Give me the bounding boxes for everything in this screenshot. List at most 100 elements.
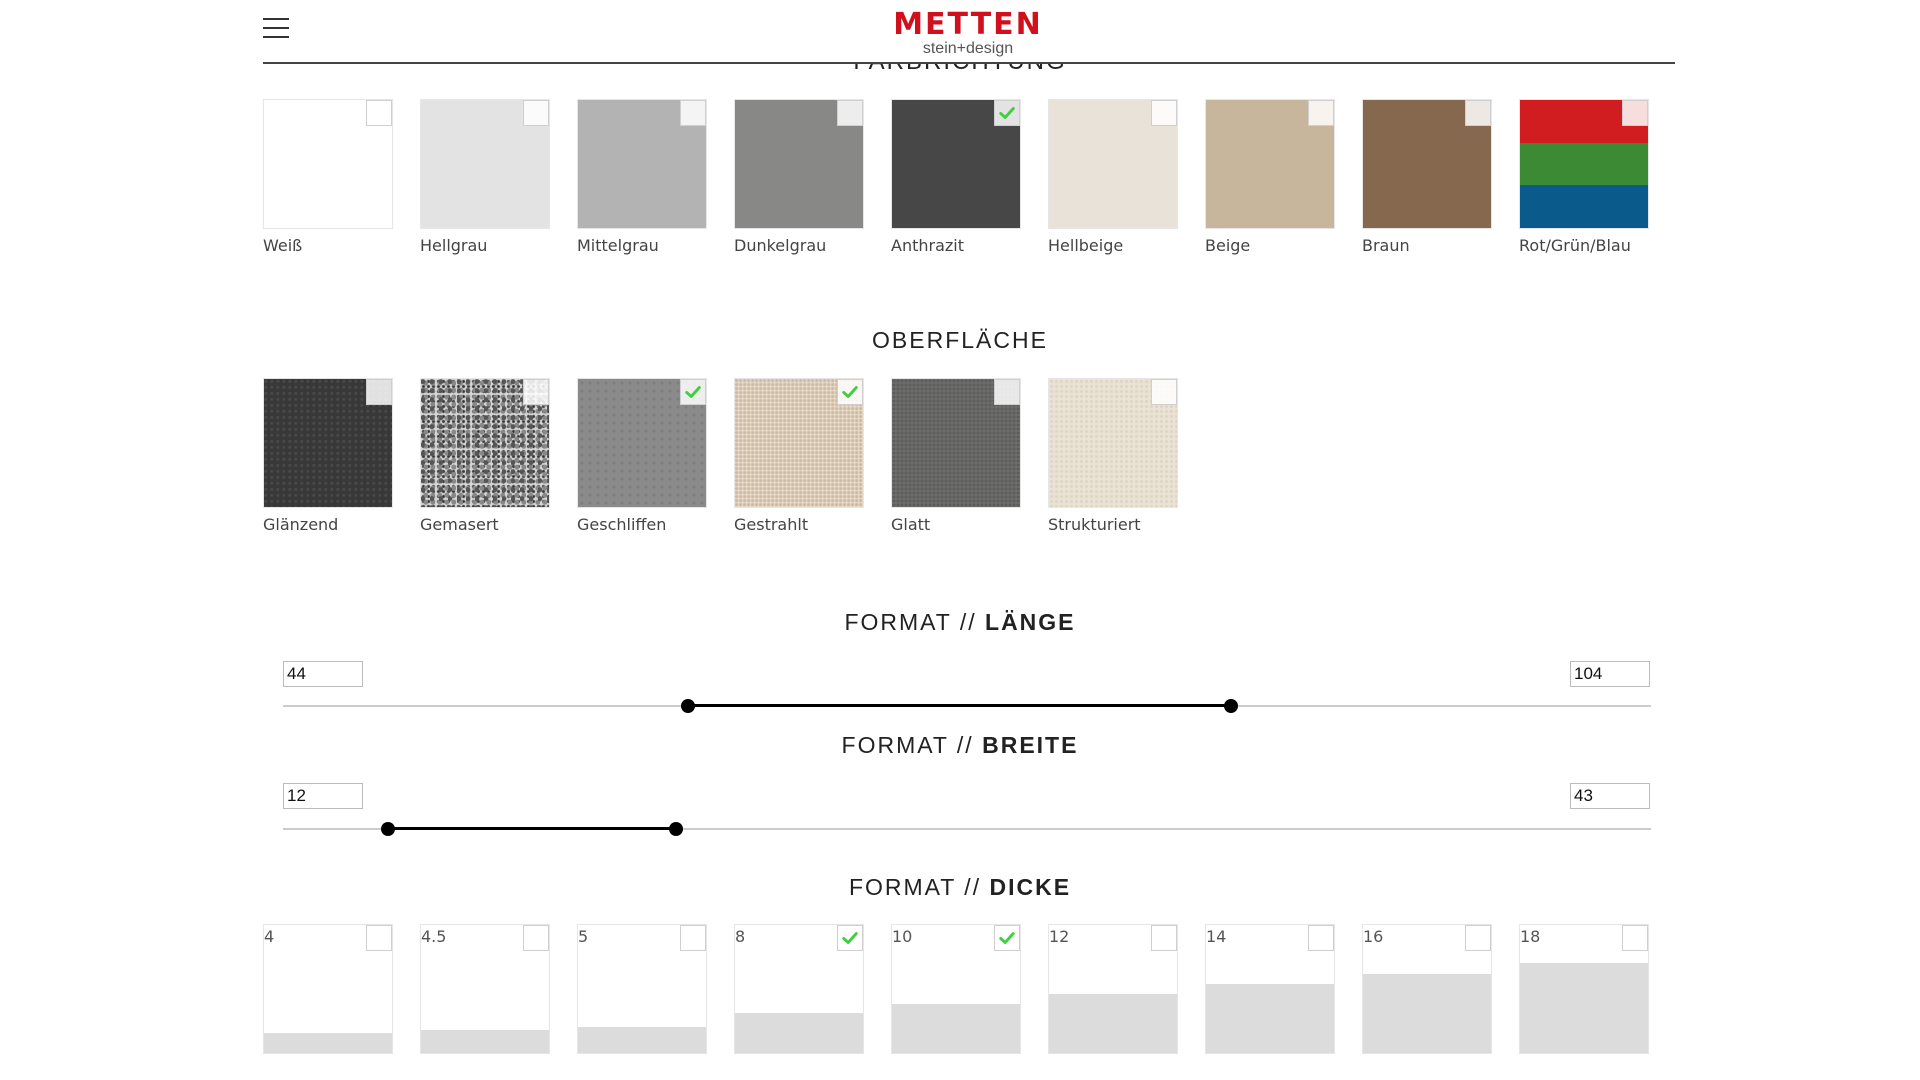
length-min-handle[interactable] bbox=[680, 699, 695, 713]
color-option[interactable]: Anthrazit bbox=[891, 99, 1021, 255]
thickness-label: 8 bbox=[735, 927, 746, 946]
surface-checkbox[interactable] bbox=[1151, 379, 1177, 405]
color-label: Braun bbox=[1362, 236, 1410, 255]
thickness-option[interactable]: 10 bbox=[891, 924, 1021, 1054]
color-swatch[interactable] bbox=[1362, 99, 1492, 229]
color-checkbox[interactable] bbox=[523, 100, 549, 126]
thickness-checkbox[interactable] bbox=[680, 925, 706, 951]
width-title-bold: BREITE bbox=[982, 732, 1079, 758]
surface-checkbox[interactable] bbox=[994, 379, 1020, 405]
color-option[interactable]: Beige bbox=[1205, 99, 1335, 255]
color-option[interactable]: Mittelgrau bbox=[577, 99, 707, 255]
thickness-bar bbox=[421, 1029, 549, 1053]
surface-option[interactable]: Gestrahlt bbox=[734, 378, 864, 534]
color-checkbox[interactable] bbox=[1465, 100, 1491, 126]
surface-swatch[interactable] bbox=[891, 378, 1021, 508]
thickness-preview[interactable]: 5 bbox=[577, 924, 707, 1054]
thickness-label: 5 bbox=[578, 927, 589, 946]
thickness-preview[interactable]: 12 bbox=[1048, 924, 1178, 1054]
color-swatch[interactable] bbox=[263, 99, 393, 229]
surface-option[interactable]: Glänzend bbox=[263, 378, 393, 534]
color-swatch[interactable] bbox=[1205, 99, 1335, 229]
brand-logo[interactable]: METTEN stein+design bbox=[893, 10, 1043, 62]
color-swatch[interactable] bbox=[891, 99, 1021, 229]
color-option[interactable]: Rot/Grün/Blau bbox=[1519, 99, 1649, 255]
thickness-bar bbox=[578, 1027, 706, 1053]
thickness-preview[interactable]: 8 bbox=[734, 924, 864, 1054]
thickness-checkbox[interactable] bbox=[1308, 925, 1334, 951]
thickness-checkbox[interactable] bbox=[1622, 925, 1648, 951]
thickness-option[interactable]: 8 bbox=[734, 924, 864, 1054]
surface-checkbox[interactable] bbox=[680, 379, 706, 405]
thickness-option[interactable]: 14 bbox=[1205, 924, 1335, 1054]
color-checkbox[interactable] bbox=[1151, 100, 1177, 126]
thickness-option[interactable]: 12 bbox=[1048, 924, 1178, 1054]
length-min-input[interactable] bbox=[283, 661, 363, 687]
width-max-input[interactable] bbox=[1570, 783, 1650, 809]
color-label: Beige bbox=[1205, 236, 1251, 255]
thickness-checkbox[interactable] bbox=[1151, 925, 1177, 951]
thickness-bar bbox=[1520, 963, 1648, 1053]
color-label: Rot/Grün/Blau bbox=[1519, 236, 1631, 255]
width-min-handle[interactable] bbox=[381, 822, 396, 836]
surface-swatch[interactable] bbox=[734, 378, 864, 508]
surface-swatch[interactable] bbox=[577, 378, 707, 508]
thickness-label: 16 bbox=[1363, 927, 1384, 946]
width-range-slider[interactable] bbox=[283, 822, 1651, 836]
thickness-option[interactable]: 4 bbox=[263, 924, 393, 1054]
color-checkbox[interactable] bbox=[680, 100, 706, 126]
color-swatch[interactable] bbox=[420, 99, 550, 229]
color-swatch[interactable] bbox=[734, 99, 864, 229]
thickness-preview[interactable]: 14 bbox=[1205, 924, 1335, 1054]
thickness-checkbox[interactable] bbox=[837, 925, 863, 951]
thickness-preview[interactable]: 4.5 bbox=[420, 924, 550, 1054]
length-max-handle[interactable] bbox=[1224, 699, 1239, 713]
color-option[interactable]: Weiß bbox=[263, 99, 393, 255]
surface-swatch[interactable] bbox=[420, 378, 550, 508]
length-range-slider[interactable] bbox=[283, 699, 1651, 713]
thickness-checkbox[interactable] bbox=[523, 925, 549, 951]
color-checkbox[interactable] bbox=[837, 100, 863, 126]
thickness-checkbox[interactable] bbox=[1465, 925, 1491, 951]
surface-checkbox[interactable] bbox=[837, 379, 863, 405]
thickness-option[interactable]: 5 bbox=[577, 924, 707, 1054]
thickness-label: 12 bbox=[1049, 927, 1070, 946]
thickness-option[interactable]: 16 bbox=[1362, 924, 1492, 1054]
thickness-preview[interactable]: 10 bbox=[891, 924, 1021, 1054]
color-option[interactable]: Hellgrau bbox=[420, 99, 550, 255]
surface-checkbox[interactable] bbox=[366, 379, 392, 405]
thickness-preview[interactable]: 18 bbox=[1519, 924, 1649, 1054]
surface-swatch[interactable] bbox=[263, 378, 393, 508]
thickness-checkbox[interactable] bbox=[366, 925, 392, 951]
color-option[interactable]: Dunkelgrau bbox=[734, 99, 864, 255]
surface-option[interactable]: Gemasert bbox=[420, 378, 550, 534]
length-max-input[interactable] bbox=[1570, 661, 1650, 687]
color-checkbox[interactable] bbox=[366, 100, 392, 126]
surface-option[interactable]: Geschliffen bbox=[577, 378, 707, 534]
color-swatch[interactable] bbox=[1048, 99, 1178, 229]
color-checkbox[interactable] bbox=[1622, 100, 1648, 126]
thickness-checkbox[interactable] bbox=[994, 925, 1020, 951]
surface-checkbox[interactable] bbox=[523, 379, 549, 405]
length-range-fill bbox=[687, 704, 1232, 707]
surface-option[interactable]: Strukturiert bbox=[1048, 378, 1178, 534]
thickness-label: 10 bbox=[892, 927, 913, 946]
color-swatch[interactable] bbox=[1519, 99, 1649, 229]
section-title-farbrichtung: FARBRICHTUNG bbox=[0, 64, 1920, 74]
surface-option[interactable]: Glatt bbox=[891, 378, 1021, 534]
color-option[interactable]: Hellbeige bbox=[1048, 99, 1178, 255]
thickness-label: 4 bbox=[264, 927, 275, 946]
color-option[interactable]: Braun bbox=[1362, 99, 1492, 255]
thickness-option[interactable]: 4.5 bbox=[420, 924, 550, 1054]
width-max-handle[interactable] bbox=[668, 822, 683, 836]
thickness-preview[interactable]: 16 bbox=[1362, 924, 1492, 1054]
color-swatch[interactable] bbox=[577, 99, 707, 229]
color-checkbox[interactable] bbox=[994, 100, 1020, 126]
hamburger-menu-icon[interactable] bbox=[263, 18, 289, 40]
width-min-input[interactable] bbox=[283, 783, 363, 809]
thickness-preview[interactable]: 4 bbox=[263, 924, 393, 1054]
surface-swatch[interactable] bbox=[1048, 378, 1178, 508]
logo-tagline: stein+design bbox=[922, 40, 1014, 57]
thickness-option[interactable]: 18 bbox=[1519, 924, 1649, 1054]
color-checkbox[interactable] bbox=[1308, 100, 1334, 126]
